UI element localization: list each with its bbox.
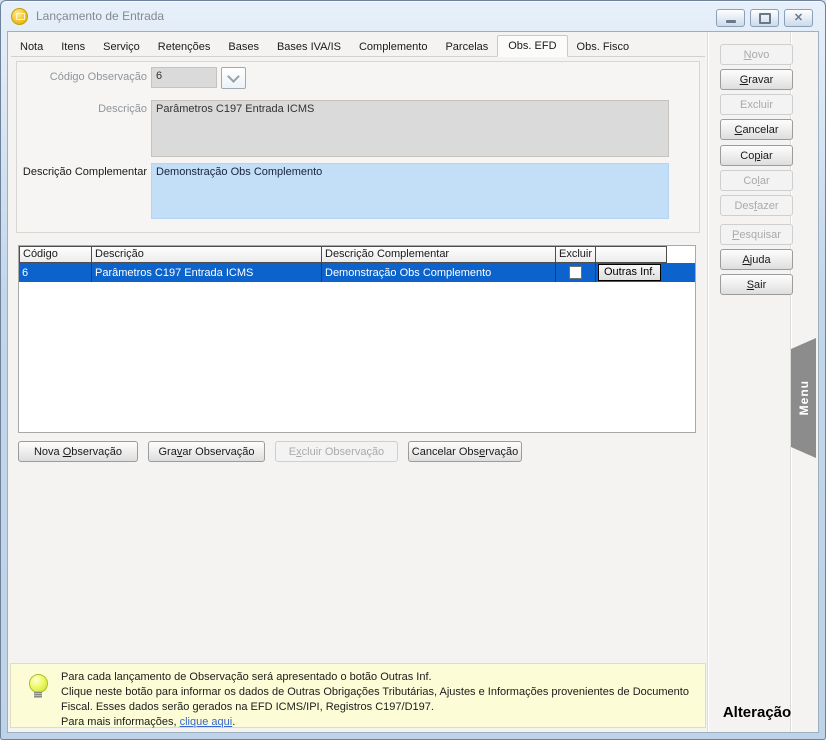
menu-side-tab-label: Menu xyxy=(797,380,811,415)
descricao-label: Descrição xyxy=(17,103,147,115)
colar-button: Colar xyxy=(720,170,793,191)
desfazer-button: Desfazer xyxy=(720,195,793,216)
clique-aqui-link[interactable]: clique aqui xyxy=(180,716,233,728)
sair-button[interactable]: Sair xyxy=(720,274,793,295)
cell-actions: Outras Inf. xyxy=(596,263,667,282)
excluir-observacao-button: Excluir Observação xyxy=(275,441,398,462)
minimize-button[interactable] xyxy=(716,9,745,27)
minimize-icon xyxy=(726,20,736,23)
outras-inf-button[interactable]: Outras Inf. xyxy=(598,264,661,281)
info-line-4: Para mais informações, clique aqui. xyxy=(61,715,697,730)
codigo-observacao-dropdown-button[interactable] xyxy=(221,67,246,89)
excluir-checkbox[interactable] xyxy=(569,266,582,279)
chevron-down-icon xyxy=(227,70,240,83)
cancelar-observacao-button[interactable]: Cancelar Observação xyxy=(408,441,522,462)
window-title: Lançamento de Entrada xyxy=(36,9,164,23)
header-descricao: Descrição xyxy=(92,246,322,263)
cell-codigo: 6 xyxy=(19,263,92,282)
maximize-button[interactable] xyxy=(750,9,779,27)
copiar-button[interactable]: Copiar xyxy=(720,145,793,166)
info-line-1: Para cada lançamento de Observação será … xyxy=(61,670,697,685)
descricao-complementar-textarea[interactable]: Demonstração Obs Complemento xyxy=(151,163,669,219)
header-excluir: Excluir xyxy=(556,246,596,263)
panel-divider-left xyxy=(707,32,708,732)
client-area: Nota Itens Serviço Retenções Bases Bases… xyxy=(7,31,819,733)
tab-obs-efd[interactable]: Obs. EFD xyxy=(497,35,567,57)
info-line-2: Clique neste botão para informar os dado… xyxy=(61,685,697,700)
titlebar[interactable]: Lançamento de Entrada xyxy=(1,1,825,31)
menu-side-tab[interactable]: Menu xyxy=(791,338,816,458)
close-icon: ✕ xyxy=(794,13,803,24)
observation-buttons-row: Nova Observação Gravar Observação Exclui… xyxy=(18,441,522,462)
novo-button: Novo xyxy=(720,44,793,65)
info-panel: Para cada lançamento de Observação será … xyxy=(10,663,706,728)
gravar-button[interactable]: Gravar xyxy=(720,69,793,90)
descricao-complementar-label: Descrição Complementar xyxy=(17,166,147,178)
close-button[interactable]: ✕ xyxy=(784,9,813,27)
header-codigo: Código xyxy=(19,246,92,263)
tab-obs-fisco[interactable]: Obs. Fisco xyxy=(568,37,639,56)
table-row[interactable]: 6 Parâmetros C197 Entrada ICMS Demonstra… xyxy=(19,263,695,282)
header-actions xyxy=(596,246,667,263)
cancelar-button[interactable]: Cancelar xyxy=(720,119,793,140)
codigo-observacao-label: Código Observação xyxy=(17,71,147,83)
cell-descricao: Parâmetros C197 Entrada ICMS xyxy=(92,263,322,282)
tab-itens[interactable]: Itens xyxy=(52,37,94,56)
ajuda-button[interactable]: Ajuda xyxy=(720,249,793,270)
tab-complemento[interactable]: Complemento xyxy=(350,37,436,56)
status-badge: Alteração xyxy=(711,704,803,721)
header-descricao-complementar: Descrição Complementar xyxy=(322,246,556,263)
tab-bases-iva-is[interactable]: Bases IVA/IS xyxy=(268,37,350,56)
app-icon xyxy=(11,8,28,25)
info-text: Para cada lançamento de Observação será … xyxy=(61,670,697,730)
nova-observacao-button[interactable]: Nova Observação xyxy=(18,441,138,462)
tab-bases[interactable]: Bases xyxy=(219,37,268,56)
tab-nota[interactable]: Nota xyxy=(11,37,52,56)
dialog-window: Lançamento de Entrada ✕ Nota Itens Servi… xyxy=(0,0,826,740)
maximize-icon xyxy=(759,13,771,24)
codigo-observacao-input: 6 xyxy=(151,67,217,88)
cell-excluir xyxy=(556,263,596,282)
grid-header-row: Código Descrição Descrição Complementar … xyxy=(19,246,695,263)
window-controls: ✕ xyxy=(716,9,813,27)
tab-strip: Nota Itens Serviço Retenções Bases Bases… xyxy=(11,34,705,57)
lightbulb-icon xyxy=(27,674,49,698)
cell-descricao-complementar: Demonstração Obs Complemento xyxy=(322,263,556,282)
tab-retencoes[interactable]: Retenções xyxy=(149,37,220,56)
tab-parcelas[interactable]: Parcelas xyxy=(436,37,497,56)
pesquisar-button: Pesquisar xyxy=(720,224,793,245)
info-line-3: Fiscal. Esses dados serão gerados na EFD… xyxy=(61,700,697,715)
excluir-button: Excluir xyxy=(720,94,793,115)
observations-grid: Código Descrição Descrição Complementar … xyxy=(18,245,696,433)
tab-servico[interactable]: Serviço xyxy=(94,37,149,56)
descricao-textarea: Parâmetros C197 Entrada ICMS xyxy=(151,100,669,157)
gravar-observacao-button[interactable]: Gravar Observação xyxy=(148,441,265,462)
observation-form-group: Código Observação 6 Descrição Parâmetros… xyxy=(16,61,700,233)
